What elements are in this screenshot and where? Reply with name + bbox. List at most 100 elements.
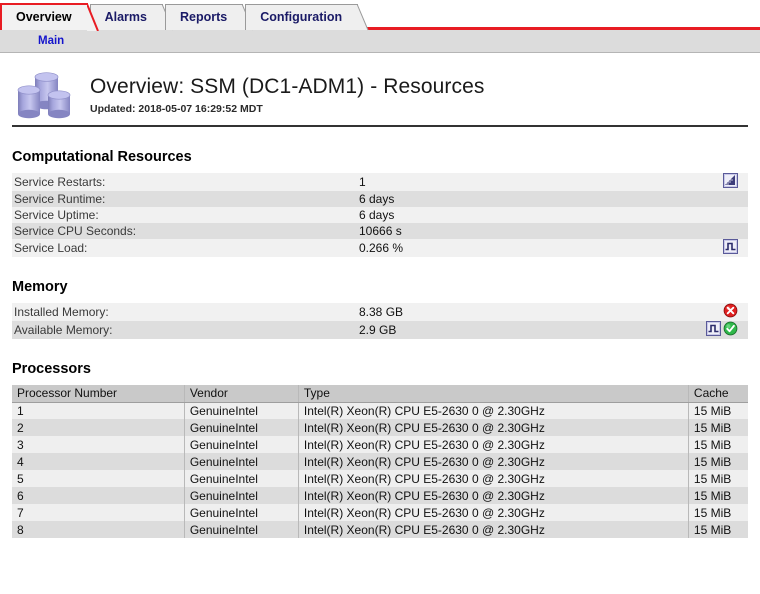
processor-vendor: GenuineIntel xyxy=(184,436,298,453)
error-status-icon[interactable] xyxy=(723,303,738,321)
processors-table-body: 1GenuineIntelIntel(R) Xeon(R) CPU E5-263… xyxy=(12,402,748,538)
memory-label: Installed Memory: xyxy=(12,303,357,321)
table-row: 4GenuineIntelIntel(R) Xeon(R) CPU E5-263… xyxy=(12,453,748,470)
ok-status-icon[interactable] xyxy=(723,321,738,339)
stacked-cylinders-icon xyxy=(12,66,84,125)
processor-cache: 15 MiB xyxy=(688,487,748,504)
processor-type: Intel(R) Xeon(R) CPU E5-2630 0 @ 2.30GHz xyxy=(298,470,688,487)
processor-number: 4 xyxy=(12,453,184,470)
processors-table-head: Processor Number Vendor Type Cache xyxy=(12,385,748,402)
processor-type: Intel(R) Xeon(R) CPU E5-2630 0 @ 2.30GHz xyxy=(298,504,688,521)
tab-label: Overview xyxy=(16,10,72,24)
computational-resource-label: Service Uptime: xyxy=(12,207,357,223)
column-header-cache: Cache xyxy=(688,385,748,402)
processor-cache: 15 MiB xyxy=(688,470,748,487)
memory-row: Available Memory:2.9 GB xyxy=(12,321,748,339)
processor-cache: 15 MiB xyxy=(688,521,748,538)
computational-resource-label: Service Load: xyxy=(12,239,357,257)
computational-resource-value: 0.266 % xyxy=(357,239,688,257)
subnav-item-main[interactable]: Main xyxy=(38,35,64,47)
computational-resource-row: Service CPU Seconds:10666 s xyxy=(12,223,748,239)
processor-vendor: GenuineIntel xyxy=(184,487,298,504)
computational-resource-value: 1 xyxy=(357,173,688,191)
step-chart-icon[interactable] xyxy=(723,239,738,257)
processor-number: 1 xyxy=(12,402,184,419)
computational-resource-row: Service Uptime:6 days xyxy=(12,207,748,223)
processors-header-row: Processor Number Vendor Type Cache xyxy=(12,385,748,402)
computational-resource-icons xyxy=(688,207,748,223)
table-row: 8GenuineIntelIntel(R) Xeon(R) CPU E5-263… xyxy=(12,521,748,538)
table-row: 7GenuineIntelIntel(R) Xeon(R) CPU E5-263… xyxy=(12,504,748,521)
column-header-processor-number: Processor Number xyxy=(12,385,184,402)
tab-label: Alarms xyxy=(105,10,147,24)
processor-vendor: GenuineIntel xyxy=(184,504,298,521)
computational-resource-label: Service Restarts: xyxy=(12,173,357,191)
tab-reports[interactable]: Reports xyxy=(165,4,243,30)
processor-cache: 15 MiB xyxy=(688,436,748,453)
memory-icons xyxy=(688,303,748,321)
processor-vendor: GenuineIntel xyxy=(184,419,298,436)
memory-label: Available Memory: xyxy=(12,321,357,339)
processor-cache: 15 MiB xyxy=(688,419,748,436)
processor-vendor: GenuineIntel xyxy=(184,521,298,538)
sub-navigation-bar: Main xyxy=(0,30,760,53)
memory-row: Installed Memory:8.38 GB xyxy=(12,303,748,321)
processor-number: 3 xyxy=(12,436,184,453)
computational-resource-icons xyxy=(688,191,748,207)
computational-resource-row: Service Runtime:6 days xyxy=(12,191,748,207)
processor-cache: 15 MiB xyxy=(688,453,748,470)
computational-resource-icons xyxy=(688,223,748,239)
tab-overview[interactable]: Overview xyxy=(0,3,88,30)
tab-label: Configuration xyxy=(260,10,342,24)
processor-number: 5 xyxy=(12,470,184,487)
computational-resource-label: Service Runtime: xyxy=(12,191,357,207)
tab-configuration[interactable]: Configuration xyxy=(245,4,358,30)
computational-resource-value: 6 days xyxy=(357,191,688,207)
section-title-processors: Processors xyxy=(12,361,748,377)
computational-resource-row: Service Restarts:1 xyxy=(12,173,748,191)
table-row: 6GenuineIntelIntel(R) Xeon(R) CPU E5-263… xyxy=(12,487,748,504)
processor-number: 7 xyxy=(12,504,184,521)
tab-strip: Overview Alarms Reports Configuration xyxy=(0,0,360,30)
processor-type: Intel(R) Xeon(R) CPU E5-2630 0 @ 2.30GHz xyxy=(298,419,688,436)
page-header: Overview: SSM (DC1-ADM1) - Resources Upd… xyxy=(12,65,748,127)
step-chart-icon[interactable] xyxy=(706,321,721,339)
processor-cache: 15 MiB xyxy=(688,402,748,419)
processor-number: 2 xyxy=(12,419,184,436)
processor-number: 6 xyxy=(12,487,184,504)
computational-resource-value: 10666 s xyxy=(357,223,688,239)
page-updated-timestamp: Updated: 2018-05-07 16:29:52 MDT xyxy=(90,103,485,115)
table-row: 3GenuineIntelIntel(R) Xeon(R) CPU E5-263… xyxy=(12,436,748,453)
page-header-text: Overview: SSM (DC1-ADM1) - Resources Upd… xyxy=(84,75,485,114)
memory-value: 2.9 GB xyxy=(357,321,688,339)
tab-bar: Overview Alarms Reports Configuration xyxy=(0,0,760,30)
section-title-memory: Memory xyxy=(12,279,748,295)
processors-section: Processors Processor Number Vendor Type … xyxy=(12,361,748,538)
computational-resources-table: Service Restarts:1Service Runtime:6 days… xyxy=(12,173,748,257)
table-row: 5GenuineIntelIntel(R) Xeon(R) CPU E5-263… xyxy=(12,470,748,487)
processor-type: Intel(R) Xeon(R) CPU E5-2630 0 @ 2.30GHz xyxy=(298,487,688,504)
processor-vendor: GenuineIntel xyxy=(184,453,298,470)
computational-resource-icons xyxy=(688,239,748,257)
computational-resource-value: 6 days xyxy=(357,207,688,223)
computational-resource-row: Service Load:0.266 % xyxy=(12,239,748,257)
page-title: Overview: SSM (DC1-ADM1) - Resources xyxy=(90,75,485,98)
ramp-chart-icon[interactable] xyxy=(723,173,738,191)
processor-type: Intel(R) Xeon(R) CPU E5-2630 0 @ 2.30GHz xyxy=(298,402,688,419)
table-row: 1GenuineIntelIntel(R) Xeon(R) CPU E5-263… xyxy=(12,402,748,419)
processor-cache: 15 MiB xyxy=(688,504,748,521)
memory-value: 8.38 GB xyxy=(357,303,688,321)
memory-table: Installed Memory:8.38 GBAvailable Memory… xyxy=(12,303,748,339)
tab-label: Reports xyxy=(180,10,227,24)
table-row: 2GenuineIntelIntel(R) Xeon(R) CPU E5-263… xyxy=(12,419,748,436)
processor-type: Intel(R) Xeon(R) CPU E5-2630 0 @ 2.30GHz xyxy=(298,521,688,538)
tab-alarms[interactable]: Alarms xyxy=(90,4,163,30)
computational-resource-icons xyxy=(688,173,748,191)
memory-section: Memory Installed Memory:8.38 GBAvailable… xyxy=(12,279,748,339)
column-header-vendor: Vendor xyxy=(184,385,298,402)
computational-resource-label: Service CPU Seconds: xyxy=(12,223,357,239)
processor-type: Intel(R) Xeon(R) CPU E5-2630 0 @ 2.30GHz xyxy=(298,453,688,470)
memory-icons xyxy=(688,321,748,339)
processor-vendor: GenuineIntel xyxy=(184,470,298,487)
processor-type: Intel(R) Xeon(R) CPU E5-2630 0 @ 2.30GHz xyxy=(298,436,688,453)
